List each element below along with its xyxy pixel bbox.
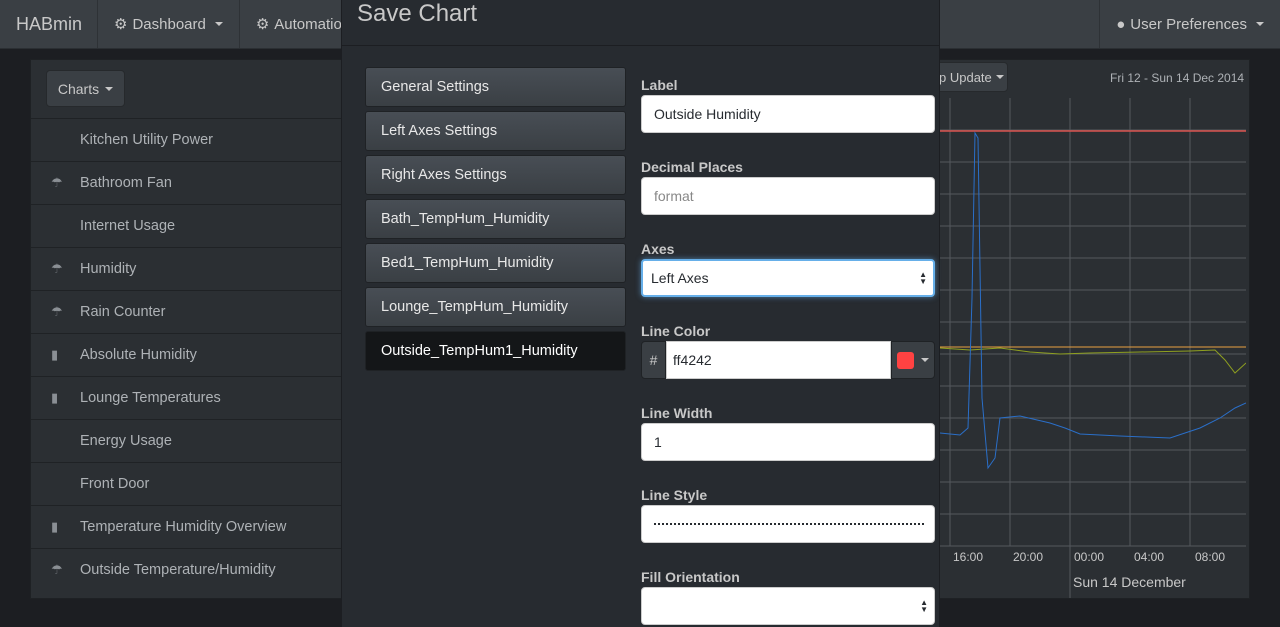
chart-list-item-label: Rain Counter (80, 304, 166, 320)
rain-icon: ☂ (51, 304, 63, 319)
fill-group: Fill Orientation ▲ ▼ (641, 569, 935, 625)
user-icon: ● (1116, 15, 1126, 33)
dashboard-icon: ⚙ (114, 16, 128, 33)
chart-list-item-label: Humidity (80, 261, 137, 277)
chart-list-item-label: Temperature Humidity Overview (80, 519, 287, 535)
x-sub-label: Sun 14 December (1073, 574, 1186, 590)
brand-logo[interactable]: HABmin (0, 0, 98, 48)
date-range: Fri 12 - Sun 14 Dec 2014 (1110, 71, 1245, 85)
label-input[interactable]: Outside Humidity (641, 95, 935, 133)
axes-select-value: Left Axes (651, 270, 709, 286)
x-tick-label: 16:00 (953, 550, 983, 564)
nav-user-preferences[interactable]: ● User Preferences (1099, 0, 1280, 48)
line-width-input[interactable]: 1 (641, 423, 935, 461)
color-label: Line Color (641, 323, 711, 339)
modal-header: Save Chart (342, 0, 939, 46)
style-label: Line Style (641, 487, 708, 503)
color-input-group: # ff4242 (641, 341, 935, 379)
color-swatch (897, 351, 914, 369)
chart-list-item-label: Front Door (80, 476, 150, 492)
update-button[interactable]: p Update (936, 62, 1008, 92)
chart-list-item[interactable]: ☂ Rain Counter (31, 290, 341, 333)
chart-list-item-label: Internet Usage (80, 218, 176, 234)
line-style-select[interactable] (641, 505, 935, 543)
dotted-line-preview (654, 523, 924, 525)
chevron-down-icon (1256, 22, 1264, 26)
x-tick-label: 20:00 (1013, 550, 1043, 564)
umbrella-icon: ☂ (51, 562, 63, 577)
color-group: Line Color # ff4242 (641, 323, 935, 379)
chart-list-item-label: Outside Temperature/Humidity (80, 562, 276, 578)
chart-list-item[interactable]: Energy Usage (31, 419, 341, 462)
chart-list-item-label: Bathroom Fan (80, 175, 172, 191)
chart-list-item[interactable]: ▮ Temperature Humidity Overview (31, 505, 341, 548)
chart-list-item-label: Lounge Temperatures (80, 390, 221, 406)
chart-list-item[interactable]: Front Door (31, 462, 341, 505)
settings-menu-item[interactable]: Lounge_TempHum_Humidity (365, 287, 626, 327)
chevron-down-icon (105, 86, 114, 91)
nav-dashboard[interactable]: ⚙ Dashboard (98, 0, 240, 48)
width-label: Line Width (641, 405, 713, 421)
chart-list-item[interactable]: ▮ Lounge Temperatures (31, 376, 341, 419)
umbrella-icon: ☂ (51, 175, 63, 190)
hash-addon: # (641, 341, 666, 379)
thermometer-icon: ▮ (51, 519, 59, 534)
chevron-down-icon (995, 75, 1004, 79)
nav-automation-label: Automation (274, 15, 351, 33)
style-group: Line Style (641, 487, 935, 543)
settings-menu-item[interactable]: General Settings (365, 67, 626, 107)
x-tick-label: 04:00 (1134, 550, 1164, 564)
chart-area[interactable]: 16:00 20:00 00:00 04:00 08:00 Sun 14 December (940, 98, 1246, 598)
fill-label: Fill Orientation (641, 569, 740, 585)
x-tick-label: 08:00 (1195, 550, 1225, 564)
chevron-down-icon (214, 22, 223, 26)
chart-list-item[interactable]: ☂ Bathroom Fan (31, 161, 341, 204)
chevron-down-icon (921, 358, 929, 362)
save-chart-modal: Save Chart General Settings Left Axes Set… (341, 0, 940, 627)
chart-list-item[interactable]: ▮ Absolute Humidity (31, 333, 341, 376)
axes-group: Axes Left Axes ▲ ▼ (641, 241, 935, 297)
nav-dashboard-label: Dashboard (132, 15, 206, 33)
decimal-input[interactable]: format (641, 177, 935, 215)
settings-menu-item[interactable]: Outside_TempHum1_Humidity (365, 331, 626, 371)
charts-dropdown-button[interactable]: Charts (46, 70, 125, 107)
thermometer-icon: ▮ (51, 390, 59, 405)
settings-menu-item[interactable]: Left Axes Settings (365, 111, 626, 151)
decimal-label: Decimal Places (641, 159, 743, 175)
axes-label: Axes (641, 241, 675, 257)
umbrella-icon: ☂ (51, 261, 63, 276)
update-button-label: p Update (939, 69, 992, 85)
chart-list-item-label: Energy Usage (80, 433, 172, 449)
chart-list-item[interactable]: ☂ Humidity (31, 247, 341, 290)
x-tick-label: 00:00 (1074, 550, 1104, 564)
color-input[interactable]: ff4242 (666, 341, 891, 379)
chart-list: Kitchen Utility Power ☂ Bathroom Fan Intern… (31, 118, 341, 591)
chart-list-item[interactable]: ☂ Outside Temperature/Humidity (31, 548, 341, 591)
decimal-group: Decimal Places format (641, 159, 935, 215)
chart-list-item[interactable]: Internet Usage (31, 204, 341, 247)
color-picker-button[interactable] (891, 341, 935, 379)
settings-menu-item[interactable]: Bed1_TempHum_Humidity (365, 243, 626, 283)
select-arrows-icon: ▲ ▼ (920, 598, 928, 614)
settings-menu-item[interactable]: Bath_TempHum_Humidity (365, 199, 626, 239)
label-group: Label Outside Humidity (641, 77, 935, 133)
settings-menu-item[interactable]: Right Axes Settings (365, 155, 626, 195)
width-group: Line Width 1 (641, 405, 935, 461)
modal-title: Save Chart (357, 0, 478, 27)
chart-list-item-label: Absolute Humidity (80, 347, 197, 363)
chart-list-item[interactable]: Kitchen Utility Power (31, 118, 341, 161)
select-arrows-icon: ▲ ▼ (919, 270, 927, 286)
label-label: Label (641, 77, 678, 93)
cogs-icon: ⚙ (255, 16, 270, 33)
fill-orientation-select[interactable]: ▲ ▼ (641, 587, 935, 625)
thermometer-icon: ▮ (51, 347, 59, 362)
charts-button-label: Charts (57, 80, 100, 97)
axes-select[interactable]: Left Axes ▲ ▼ (641, 259, 935, 297)
series-line (940, 347, 1246, 374)
chart-list-item-label: Kitchen Utility Power (80, 132, 213, 148)
settings-menu: General Settings Left Axes Settings Right … (365, 67, 626, 375)
nav-user-preferences-label: User Preferences (1130, 15, 1247, 33)
